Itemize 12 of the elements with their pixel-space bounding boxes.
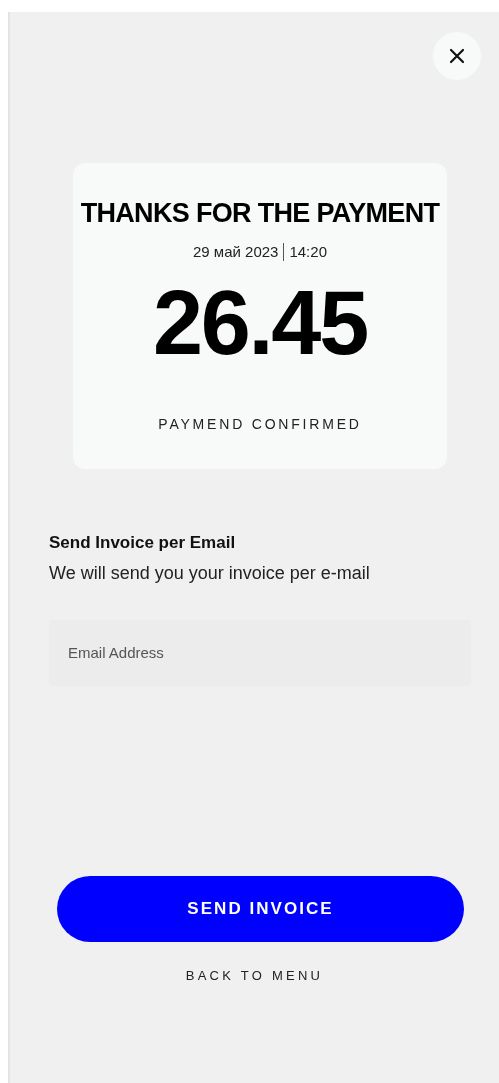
close-button[interactable] [433, 32, 481, 80]
section-heading: Send Invoice per Email [49, 532, 237, 554]
email-field[interactable]: Email Address [49, 619, 471, 686]
payment-date: 29 май 2023 [193, 242, 279, 262]
payment-status: PAYMEND CONFIRMED [158, 414, 362, 434]
payment-time: 14:20 [289, 242, 327, 262]
send-invoice-button[interactable]: SEND INVOICE [57, 875, 464, 942]
receipt-title: THANKS FOR THE PAYMENT [80, 197, 440, 229]
payment-amount: 26.45 [153, 277, 367, 368]
close-icon [449, 48, 465, 64]
section-description: We will send you your invoice per e-mail [49, 561, 371, 585]
back-to-menu-link[interactable]: BACK TO MENU [185, 965, 324, 985]
